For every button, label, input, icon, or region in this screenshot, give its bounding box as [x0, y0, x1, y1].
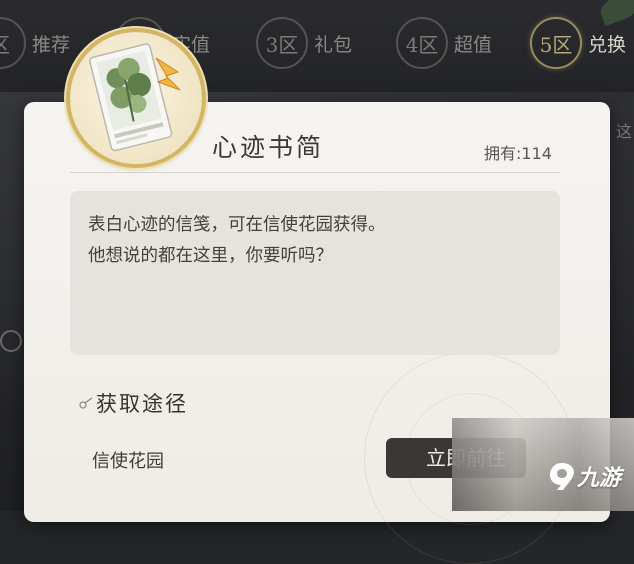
tab-zone-1[interactable]: 区 推荐 — [0, 12, 70, 74]
owned-label: 拥有: — [484, 144, 522, 163]
acquire-section-header: 获取途径 — [78, 388, 188, 418]
quill-icon — [79, 397, 93, 409]
zone-badge: 5区 — [530, 17, 582, 69]
nine-game-logo-icon — [550, 463, 574, 490]
source-name: 信使花园 — [92, 451, 164, 472]
letter-item-icon — [70, 32, 202, 164]
title-divider — [70, 172, 560, 173]
owned-count: 拥有:114 — [484, 140, 552, 164]
background-ornament — [0, 330, 22, 352]
tab-label: 推荐 — [32, 33, 71, 56]
zone-badge: 4区 — [396, 17, 448, 69]
acquire-section-title: 获取途径 — [96, 392, 188, 416]
tab-label: 超值 — [454, 33, 493, 56]
description-line: 他想说的都在这里，你要听吗？ — [88, 246, 333, 266]
watermark-logo: 九游 — [548, 460, 621, 492]
tab-zone-4[interactable]: 4区 超值 — [396, 12, 492, 74]
letter-card-icon — [89, 43, 181, 152]
zone-badge: 区 — [0, 17, 26, 69]
zone-badge: 3区 — [256, 17, 308, 69]
tab-label: 礼包 — [314, 33, 353, 56]
tab-label: 兑换 — [588, 33, 627, 56]
description-line: 表白心迹的信笺，可在信使花园获得。 — [88, 215, 386, 235]
owned-value: 114 — [521, 144, 552, 163]
watermark-text: 九游 — [577, 466, 622, 491]
side-partial-text: 这 — [615, 122, 632, 141]
description-box: 表白心迹的信笺，可在信使花园获得。 他想说的都在这里，你要听吗？ — [70, 191, 560, 355]
item-title: 心迹书简 — [212, 133, 325, 162]
tab-zone-3[interactable]: 3区 礼包 — [256, 12, 352, 74]
